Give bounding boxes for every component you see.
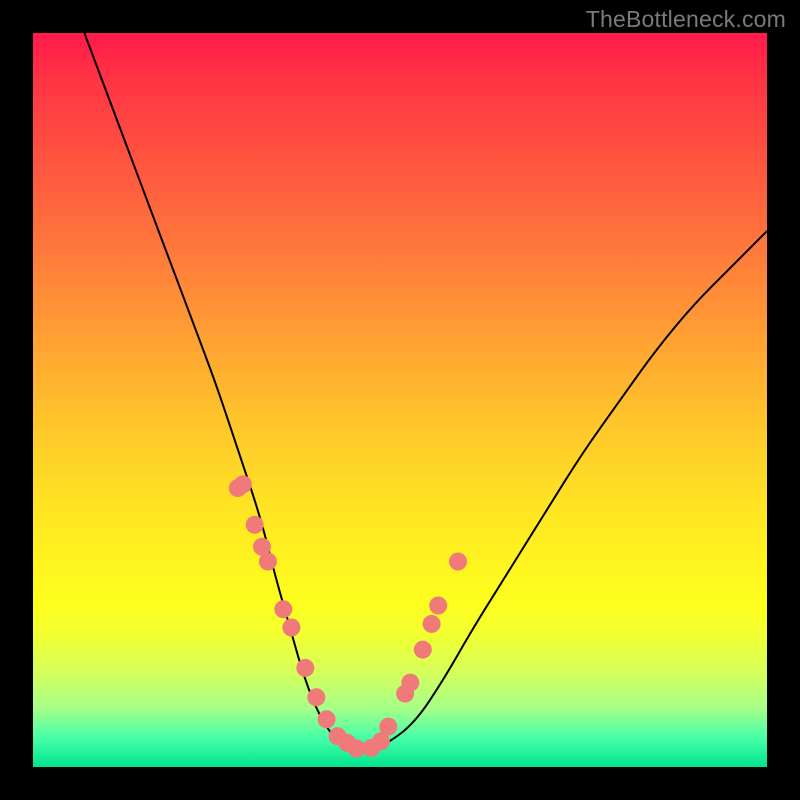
highlight-dot (246, 516, 264, 534)
highlight-dot (282, 619, 300, 637)
highlight-dot (318, 710, 336, 728)
highlight-dot (423, 615, 441, 633)
highlight-dot (274, 600, 292, 618)
highlight-dot (414, 641, 432, 659)
highlight-dots-group (229, 475, 467, 757)
highlight-dot (307, 688, 325, 706)
highlight-dot (259, 553, 277, 571)
highlight-dot (296, 659, 314, 677)
chart-svg (33, 33, 767, 767)
highlight-dot (379, 718, 397, 736)
watermark-text: TheBottleneck.com (586, 6, 786, 33)
highlight-dot (429, 597, 447, 615)
highlight-dot (401, 674, 419, 692)
highlight-dot (234, 475, 252, 493)
highlight-dot (449, 553, 467, 571)
chart-area (33, 33, 767, 767)
